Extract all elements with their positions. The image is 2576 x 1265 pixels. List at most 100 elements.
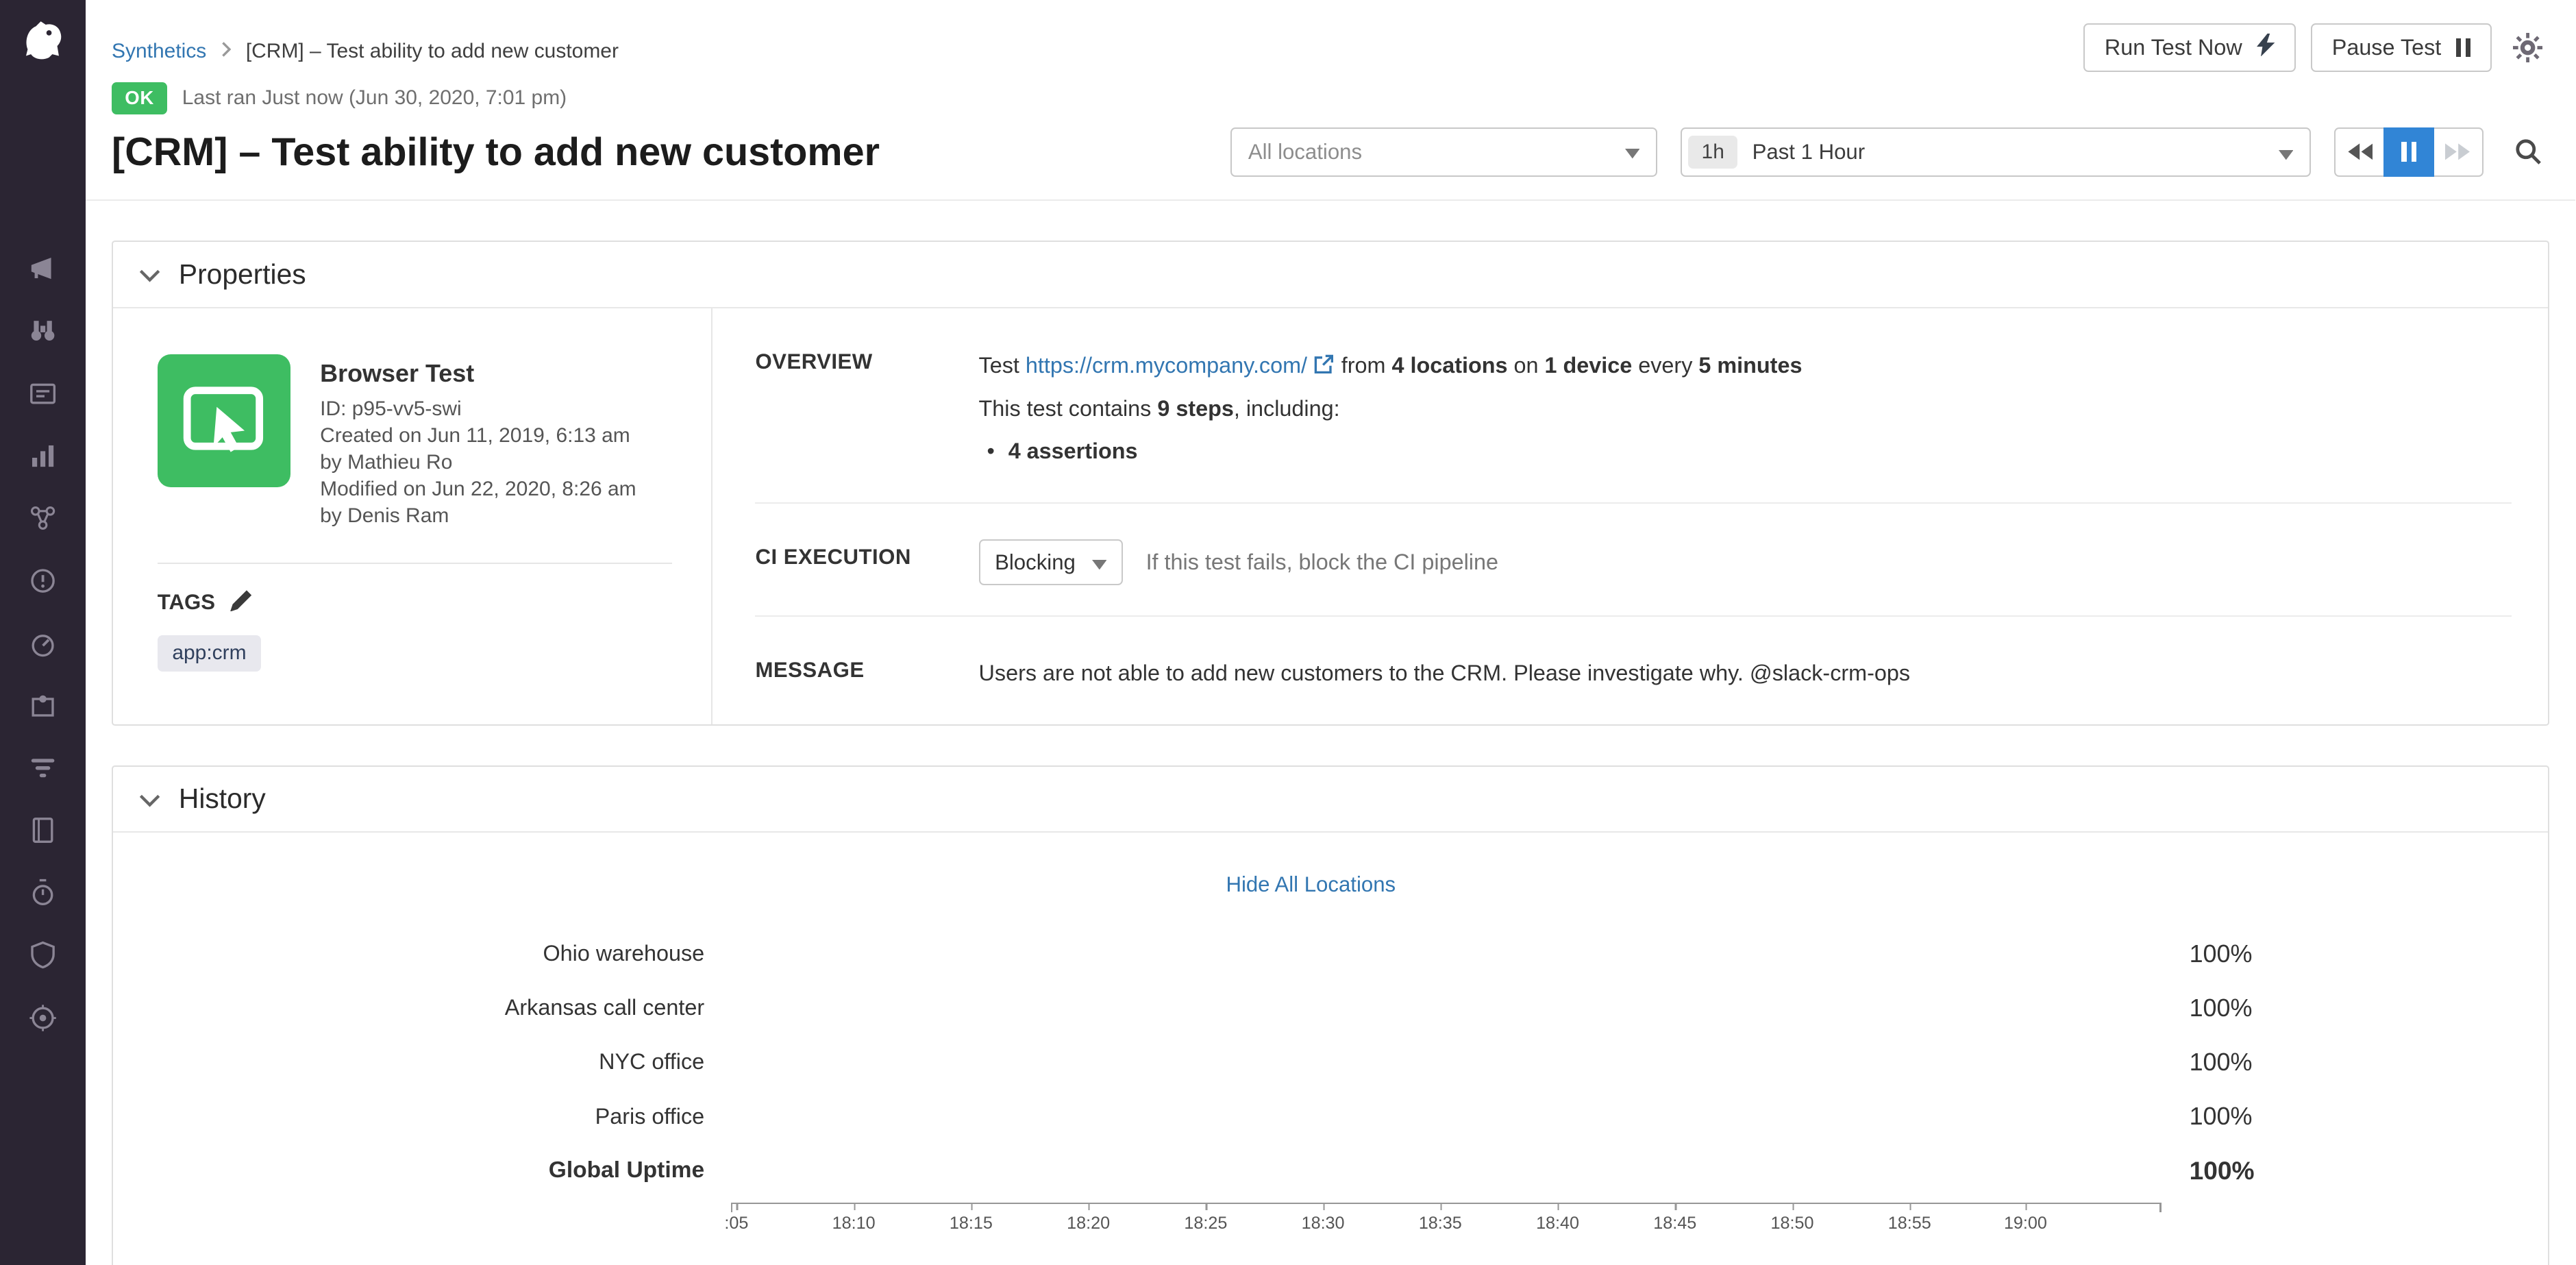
test-info-column: Browser Test ID: p95-vv5-swi Created on … (113, 308, 713, 724)
uptime-row-label: Global Uptime (113, 1157, 704, 1183)
locations-dropdown[interactable]: All locations (1230, 127, 1657, 177)
test-url-link[interactable]: https://crm.mycompany.com/ (1026, 353, 1307, 378)
monitors-icon[interactable] (27, 565, 59, 597)
sidebar-nav (27, 253, 59, 1033)
axis-tick-label: :05 (724, 1214, 748, 1233)
properties-section-title: Properties (179, 258, 306, 291)
lightning-bolt-icon (2257, 34, 2275, 62)
integrations-icon[interactable] (27, 690, 59, 722)
tags-label-row: TAGS (158, 589, 672, 617)
time-range-dropdown[interactable]: 1h Past 1 Hour (1681, 127, 2312, 177)
uptime-value: 100% (2190, 1102, 2253, 1131)
binoculars-icon[interactable] (27, 315, 59, 347)
overview-content: Test https://crm.mycompany.com/ from 4 l… (979, 345, 1803, 473)
uptime-value: 100% (2190, 994, 2253, 1022)
run-test-now-button[interactable]: Run Test Now (2083, 23, 2296, 73)
overview-label: OVERVIEW (755, 345, 978, 473)
axis-tick-label: 18:55 (1888, 1214, 1931, 1233)
overview-text: , including: (1234, 396, 1340, 421)
metrics-icon[interactable] (27, 440, 59, 471)
uptime-value: 100% (2190, 1156, 2255, 1186)
main: Synthetics [CRM] – Test ability to add n… (86, 0, 2576, 1265)
breadcrumb-synthetics-link[interactable]: Synthetics (112, 40, 206, 63)
datadog-logo-icon[interactable] (15, 13, 71, 69)
pause-test-label: Pause Test (2332, 35, 2442, 60)
axis-tick-label: 19:00 (2004, 1214, 2047, 1233)
test-modified: Modified on Jun 22, 2020, 8:26 am (320, 476, 636, 503)
axis-tick-label: 18:50 (1771, 1214, 1814, 1233)
test-created-by: by Mathieu Ro (320, 450, 636, 476)
breadcrumb-current: [CRM] – Test ability to add new customer (246, 40, 619, 63)
history-section-title: History (179, 783, 266, 815)
overview-assertions: 4 assertions (1008, 439, 1138, 463)
test-type: Browser Test (320, 358, 636, 390)
overview-text: This test contains (979, 396, 1158, 421)
tags-label: TAGS (158, 590, 215, 615)
axis-tick-label: 18:40 (1536, 1214, 1579, 1233)
fast-forward-button[interactable] (2433, 127, 2484, 177)
playback-controls (2334, 127, 2484, 177)
topbar: Synthetics [CRM] – Test ability to add n… (86, 0, 2576, 201)
uptime-value: 100% (2190, 1048, 2253, 1077)
logs-pipeline-icon[interactable] (27, 752, 59, 784)
global-uptime-row: Global Uptime 100% (113, 1144, 2509, 1198)
watchlist-icon[interactable] (27, 378, 59, 409)
uptime-row: NYC office 100% (113, 1035, 2509, 1089)
chevron-down-icon (139, 784, 160, 814)
ci-execution-label: CI EXECUTION (755, 539, 978, 585)
external-link-icon[interactable] (1314, 346, 1334, 389)
chevron-down-icon (139, 259, 160, 289)
history-card: History Hide All Locations Ohio warehous… (112, 765, 2549, 1265)
caret-down-icon (1092, 542, 1107, 582)
properties-section-header[interactable]: Properties (113, 242, 2548, 308)
processes-icon[interactable] (27, 503, 59, 535)
axis-tick-label: 18:15 (950, 1214, 993, 1233)
header-controls: All locations 1h Past 1 Hour (1230, 127, 2549, 177)
status-row: OK Last ran Just now (Jun 30, 2020, 7:01… (112, 82, 2549, 114)
uptime-bar (731, 992, 2162, 1024)
uptime-row: Paris office 100% (113, 1089, 2509, 1143)
uptime-bar (731, 937, 2162, 970)
synthetics-icon[interactable] (27, 628, 59, 659)
tag-chip[interactable]: app:crm (158, 635, 261, 672)
caret-down-icon (2279, 137, 2294, 167)
rewind-button[interactable] (2334, 127, 2385, 177)
message-label: MESSAGE (755, 652, 978, 695)
properties-card: Properties Browser Test ID: p95-vv5-swi … (112, 241, 2549, 726)
uptime-row: Arkansas call center 100% (113, 981, 2509, 1035)
timer-icon[interactable] (27, 877, 59, 909)
browser-test-icon (158, 354, 290, 487)
ci-blocking-dropdown[interactable]: Blocking (979, 539, 1123, 585)
time-axis: :05 18:10 18:15 18:20 18:25 18:30 18:35 … (731, 1203, 2162, 1245)
axis-tick-label: 18:20 (1067, 1214, 1110, 1233)
megaphone-icon[interactable] (27, 253, 59, 284)
test-meta: Browser Test ID: p95-vv5-swi Created on … (320, 354, 636, 530)
header-actions: Run Test Now Pause Test (2083, 23, 2549, 73)
pause-live-button[interactable] (2383, 127, 2434, 177)
security-shield-icon[interactable] (27, 939, 59, 971)
notebooks-icon[interactable] (27, 815, 59, 846)
history-section-header[interactable]: History (113, 767, 2548, 833)
axis-tick-label: 18:25 (1184, 1214, 1227, 1233)
page-title: [CRM] – Test ability to add new customer (112, 130, 880, 175)
axis-tick-label: 18:30 (1302, 1214, 1345, 1233)
content: Properties Browser Test ID: p95-vv5-swi … (86, 241, 2576, 1265)
pause-test-button[interactable]: Pause Test (2311, 23, 2492, 73)
hide-all-locations-link[interactable]: Hide All Locations (113, 872, 2509, 897)
axis-tick-label: 18:45 (1653, 1214, 1696, 1233)
apm-target-icon[interactable] (27, 1002, 59, 1033)
pause-icon (2401, 142, 2416, 162)
uptime-bar (731, 1100, 2162, 1133)
uptime-row-label: Ohio warehouse (113, 941, 704, 966)
axis-tick-label: 18:10 (832, 1214, 876, 1233)
edit-pencil-icon[interactable] (230, 589, 253, 617)
overview-locations: 4 locations (1392, 353, 1508, 378)
settings-gear-icon[interactable] (2507, 23, 2549, 73)
divider (158, 563, 672, 564)
title-row: [CRM] – Test ability to add new customer… (112, 127, 2549, 177)
ci-hint-text: If this test fails, block the CI pipelin… (1146, 541, 1498, 584)
history-body: Hide All Locations Ohio warehouse 100% A… (113, 833, 2548, 1265)
zoom-search-icon[interactable] (2507, 127, 2549, 177)
test-id: ID: p95-vv5-swi (320, 396, 636, 423)
uptime-row-label: Arkansas call center (113, 995, 704, 1020)
